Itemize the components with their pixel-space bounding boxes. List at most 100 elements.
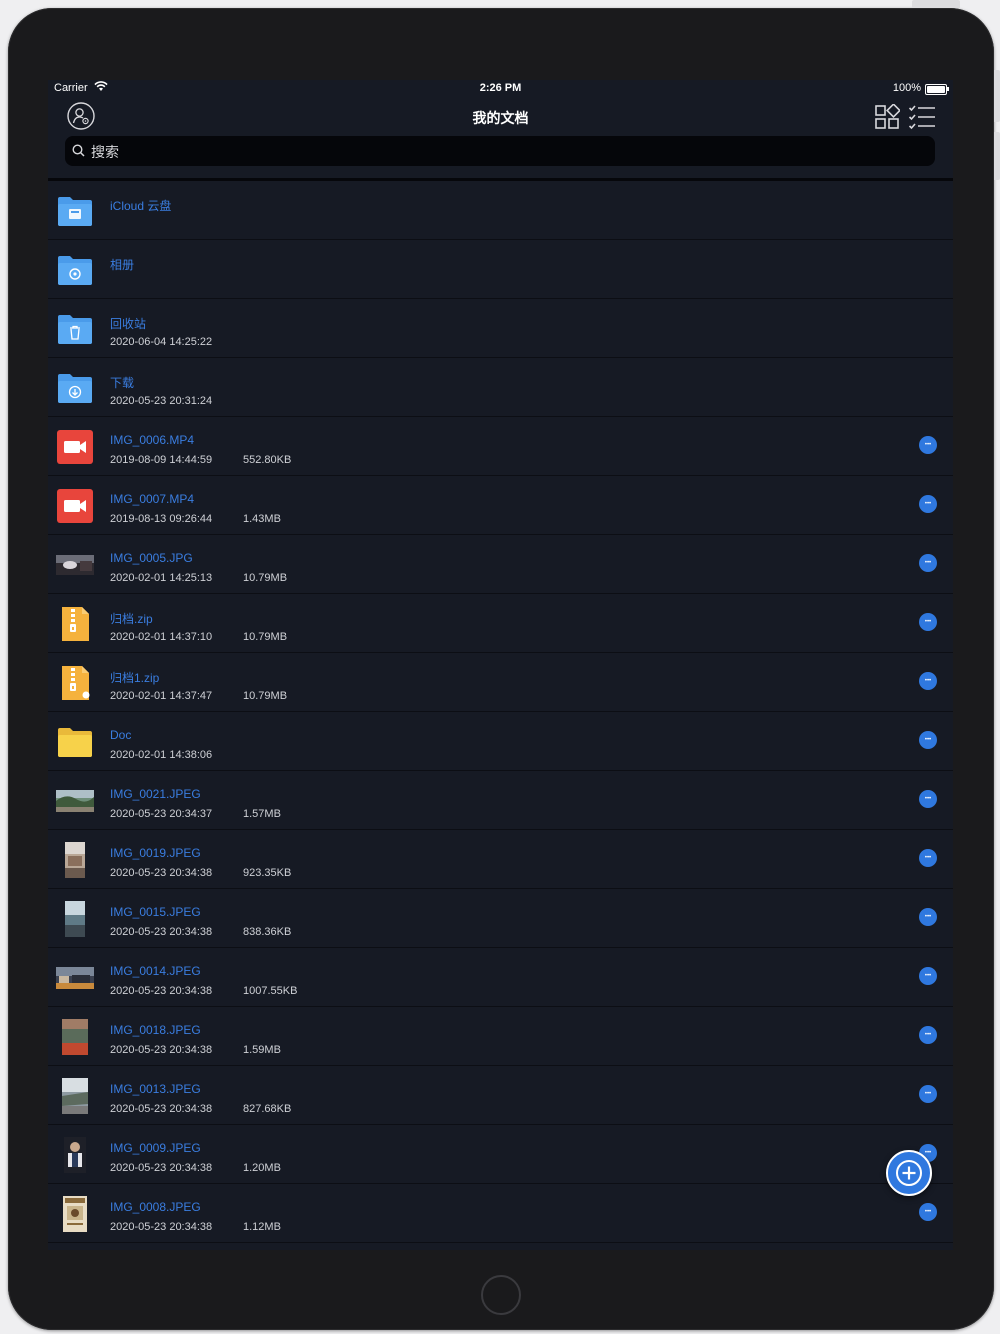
file-name: 归档.zip: [110, 612, 153, 626]
select-list-icon[interactable]: [908, 104, 936, 130]
volume-up-button: [994, 70, 1000, 122]
navigation-bar: 我的文档: [48, 98, 953, 136]
search-icon: [72, 144, 85, 157]
image-thumbnail: [62, 1019, 88, 1055]
list-item[interactable]: IMG_0014.JPEG 2020-05-23 20:34:38 1007.5…: [48, 948, 953, 1007]
zip-icon: [62, 607, 89, 641]
list-item[interactable]: IMG_0006.MP4 2019-08-09 14:44:59 552.80K…: [48, 417, 953, 476]
more-options-button[interactable]: [919, 495, 937, 513]
file-name: IMG_0007.MP4: [110, 492, 195, 506]
list-item[interactable]: 归档.zip 2020-02-01 14:37:10 10.79MB: [48, 594, 953, 653]
more-options-button[interactable]: [919, 1085, 937, 1103]
image-thumbnail: [56, 967, 94, 989]
file-date: 2020-05-23 20:34:38: [110, 1044, 213, 1056]
trash-folder-icon: [58, 315, 92, 344]
list-item[interactable]: IMG_0021.JPEG 2020-05-23 20:34:37 1.57MB: [48, 771, 953, 830]
image-thumbnail: [63, 1196, 87, 1232]
file-date: 2020-05-23 20:34:38: [110, 867, 213, 879]
file-name: IMG_0009.JPEG: [110, 1141, 201, 1155]
list-item[interactable]: IMG_0009.JPEG 2020-05-23 20:34:38 1.20MB: [48, 1125, 953, 1184]
list-item[interactable]: 归档1.zip 2020-02-01 14:37:47 10.79MB: [48, 653, 953, 712]
battery-icon: [925, 84, 949, 95]
list-item[interactable]: IMG_0015.JPEG 2020-05-23 20:34:38 838.36…: [48, 889, 953, 948]
file-date: 2020-05-23 20:34:38: [110, 926, 213, 938]
file-size: 827.68KB: [243, 1103, 292, 1115]
video-icon: [57, 430, 93, 464]
list-item[interactable]: IMG_0013.JPEG 2020-05-23 20:34:38 827.68…: [48, 1066, 953, 1125]
file-name: 归档1.zip: [110, 671, 160, 685]
file-date: 2020-05-23 20:34:38: [110, 1221, 213, 1233]
more-options-button[interactable]: [919, 849, 937, 867]
file-size: 1.12MB: [243, 1221, 281, 1233]
more-options-button[interactable]: [919, 731, 937, 749]
status-bar: Carrier 2:26 PM 100%: [48, 80, 953, 98]
file-name: IMG_0018.JPEG: [110, 1023, 201, 1037]
more-options-button[interactable]: [919, 1203, 937, 1221]
file-name: 回收站: [110, 317, 147, 331]
file-date: 2020-02-01 14:38:06: [110, 749, 213, 761]
file-name: iCloud 云盘: [110, 199, 172, 213]
file-size: 1.59MB: [243, 1044, 281, 1056]
power-button: [912, 0, 960, 8]
icloud-folder-icon: [58, 197, 92, 226]
image-thumbnail: [62, 1078, 88, 1114]
file-size: 10.79MB: [243, 572, 288, 584]
more-options-button[interactable]: [919, 613, 937, 631]
list-item[interactable]: IMG_0007.MP4 2019-08-13 09:26:44 1.43MB: [48, 476, 953, 535]
yellow-folder-icon: [58, 728, 92, 757]
more-options-button[interactable]: [919, 436, 937, 454]
file-name: IMG_0013.JPEG: [110, 1082, 201, 1096]
add-button[interactable]: [886, 1150, 932, 1196]
list-item[interactable]: Doc 2020-02-01 14:38:06: [48, 712, 953, 771]
video-icon: [57, 489, 93, 523]
file-date: 2019-08-13 09:26:44: [110, 513, 213, 525]
search-input[interactable]: [89, 136, 893, 168]
file-name: 下载: [110, 376, 135, 390]
file-size: 838.36KB: [243, 926, 292, 938]
more-options-button[interactable]: [919, 790, 937, 808]
grid-view-icon[interactable]: [874, 104, 900, 130]
file-name: IMG_0008.JPEG: [110, 1200, 201, 1214]
image-thumbnail: [65, 842, 85, 878]
file-date: 2020-05-23 20:34:38: [110, 1103, 213, 1115]
more-options-button[interactable]: [919, 1026, 937, 1044]
list-item[interactable]: 下载 2020-05-23 20:31:24: [48, 358, 953, 417]
more-options-button[interactable]: [919, 672, 937, 690]
file-size: 1.57MB: [243, 808, 281, 820]
file-name: IMG_0005.JPG: [110, 551, 193, 565]
zip-icon: [62, 666, 90, 700]
more-options-button[interactable]: [919, 967, 937, 985]
more-options-button[interactable]: [919, 554, 937, 572]
file-date: 2020-05-23 20:34:37: [110, 808, 213, 820]
image-thumbnail: [65, 901, 85, 937]
clock: 2:26 PM: [479, 82, 522, 94]
list-item[interactable]: IMG_0019.JPEG 2020-05-23 20:34:38 923.35…: [48, 830, 953, 889]
image-thumbnail: [64, 1137, 86, 1173]
file-date: 2020-06-04 14:25:22: [110, 336, 213, 348]
file-date: 2019-08-09 14:44:59: [110, 454, 213, 466]
file-size: 10.79MB: [243, 631, 288, 643]
photos-folder-icon: [58, 256, 92, 285]
file-size: 552.80KB: [243, 454, 292, 466]
file-size: 1007.55KB: [243, 985, 298, 997]
file-size: 10.79MB: [243, 690, 288, 702]
list-item[interactable]: iCloud 云盘: [48, 181, 953, 240]
file-date: 2020-05-23 20:31:24: [110, 395, 213, 407]
battery-percent: 100%: [892, 82, 921, 94]
home-button[interactable]: [481, 1275, 521, 1315]
volume-down-button: [994, 132, 1000, 180]
list-item[interactable]: 回收站 2020-06-04 14:25:22: [48, 299, 953, 358]
search-bar: [65, 136, 935, 168]
file-date: 2020-05-23 20:34:38: [110, 1162, 213, 1174]
more-options-button[interactable]: [919, 908, 937, 926]
file-name: Doc: [110, 728, 132, 742]
list-item[interactable]: 相册: [48, 240, 953, 299]
list-item[interactable]: IMG_0008.JPEG 2020-05-23 20:34:38 1.12MB: [48, 1184, 953, 1243]
list-item[interactable]: IMG_0005.JPG 2020-02-01 14:25:13 10.79MB: [48, 535, 953, 594]
file-date: 2020-02-01 14:37:10: [110, 631, 213, 643]
file-name: 相册: [110, 258, 135, 272]
list-item[interactable]: IMG_0018.JPEG 2020-05-23 20:34:38 1.59MB: [48, 1007, 953, 1066]
file-name: IMG_0014.JPEG: [110, 964, 201, 978]
file-name: IMG_0006.MP4: [110, 433, 195, 447]
file-date: 2020-05-23 20:34:38: [110, 985, 213, 997]
